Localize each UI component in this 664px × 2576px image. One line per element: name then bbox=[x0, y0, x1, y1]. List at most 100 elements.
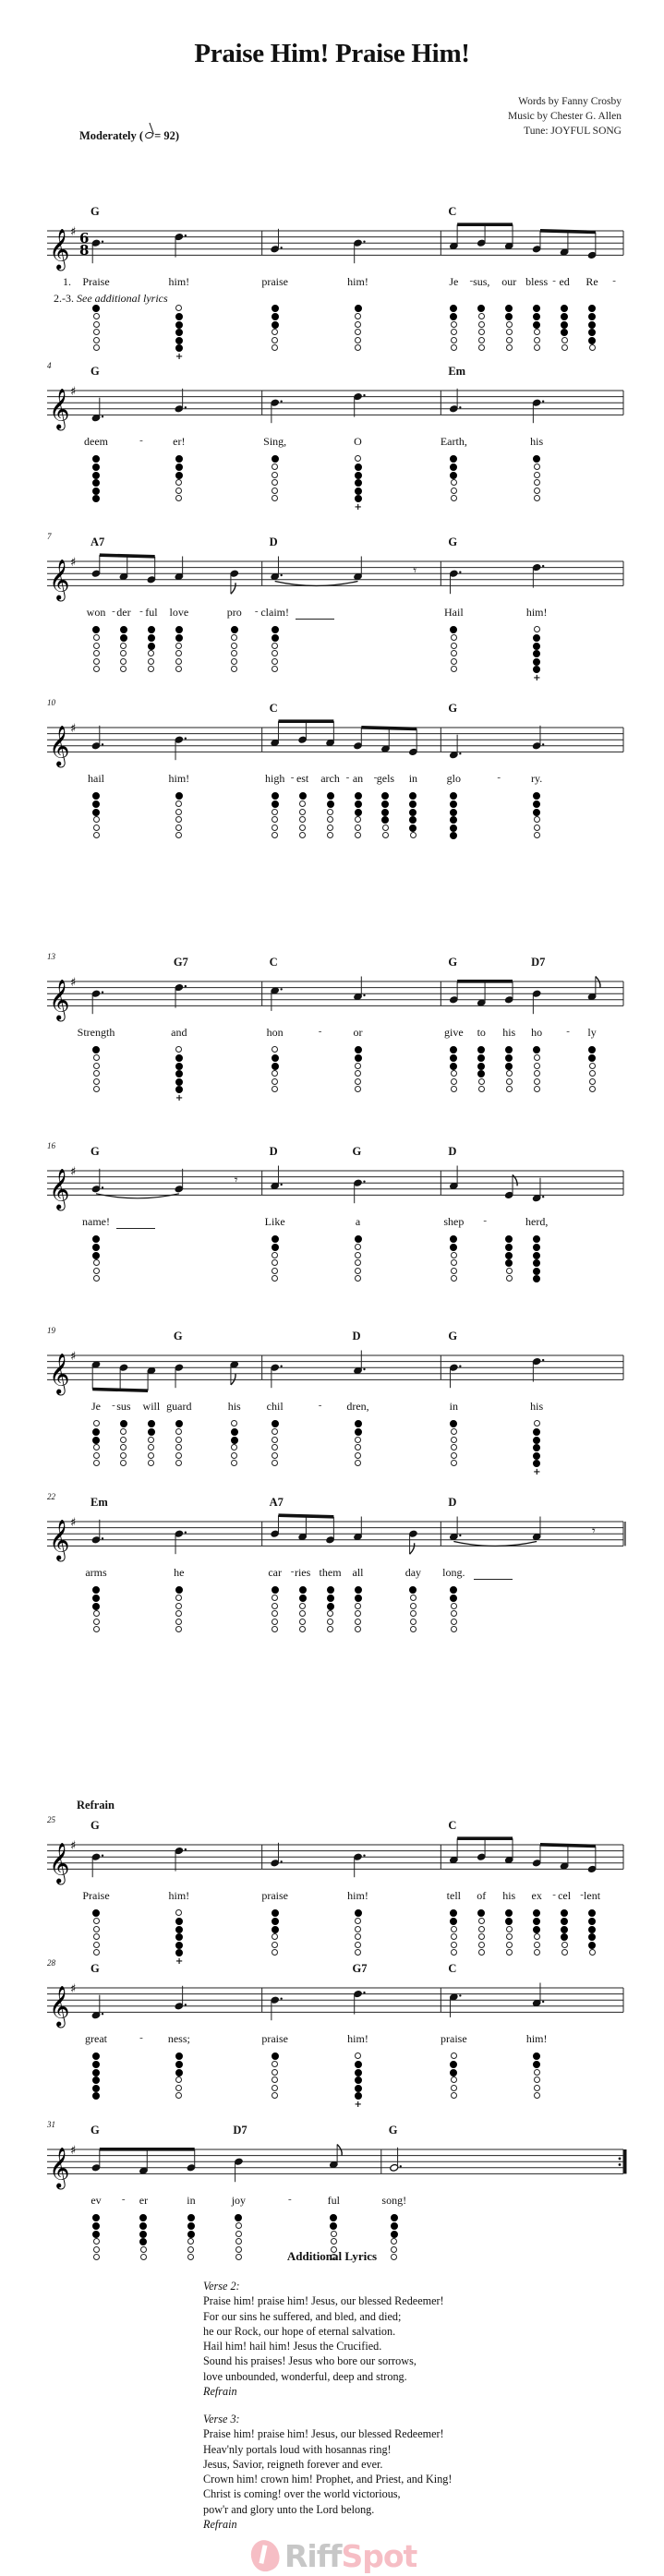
open-hole-icon bbox=[588, 1086, 596, 1093]
open-hole-icon bbox=[409, 1602, 417, 1609]
open-hole-icon bbox=[477, 1077, 485, 1085]
open-hole-icon bbox=[272, 1451, 279, 1459]
closed-hole-icon bbox=[450, 1586, 458, 1595]
closed-hole-icon bbox=[354, 479, 362, 488]
lyric-hyphen: - bbox=[566, 1026, 570, 1038]
closed-hole-icon bbox=[326, 1602, 334, 1610]
open-hole-icon bbox=[533, 824, 540, 831]
closed-hole-icon bbox=[354, 1594, 362, 1602]
closed-hole-icon bbox=[326, 1594, 334, 1602]
open-hole-icon bbox=[272, 2084, 279, 2091]
whistle-fingering-chart bbox=[326, 1586, 334, 1634]
whistle-fingering-chart bbox=[588, 1046, 597, 1094]
open-hole-icon bbox=[272, 1070, 279, 1077]
closed-hole-icon bbox=[92, 1046, 100, 1054]
lyric-syllable: an bbox=[352, 772, 364, 786]
tempo-marking: Moderately (= 92) bbox=[79, 129, 179, 142]
closed-hole-icon bbox=[409, 808, 417, 816]
open-hole-icon bbox=[92, 1626, 100, 1633]
lyric-syllable: in bbox=[449, 1400, 458, 1414]
lyric-syllable: sus bbox=[116, 1400, 131, 1414]
closed-hole-icon bbox=[477, 1909, 486, 1918]
treble-clef-icon: 𝄞 bbox=[49, 559, 69, 601]
open-hole-icon bbox=[175, 1451, 183, 1459]
dot bbox=[399, 2165, 402, 2168]
whistle-fingering-chart bbox=[354, 1235, 362, 1283]
open-hole-icon bbox=[175, 1602, 183, 1609]
chord-symbol: D7 bbox=[531, 956, 546, 969]
open-hole-icon bbox=[92, 642, 100, 649]
open-hole-icon bbox=[533, 495, 540, 502]
lyric-syllable: er bbox=[139, 2194, 149, 2208]
closed-hole-icon bbox=[450, 800, 458, 808]
open-hole-icon bbox=[533, 1941, 540, 1948]
open-hole-icon bbox=[450, 487, 457, 494]
closed-hole-icon bbox=[271, 1917, 279, 1925]
open-hole-icon bbox=[92, 1949, 100, 1956]
closed-hole-icon bbox=[92, 1235, 100, 1244]
closed-hole-icon bbox=[271, 1053, 279, 1062]
closed-hole-icon bbox=[533, 1427, 541, 1436]
closed-hole-icon bbox=[477, 1070, 486, 1078]
open-hole-icon bbox=[187, 2238, 195, 2245]
closed-hole-icon bbox=[92, 487, 100, 495]
lyric-syllable: Strength bbox=[77, 1026, 115, 1040]
closed-hole-icon bbox=[119, 1420, 127, 1428]
open-hole-icon bbox=[148, 666, 155, 673]
refrain-reference: Refrain bbox=[203, 2385, 237, 2399]
dot bbox=[184, 737, 187, 740]
open-hole-icon bbox=[148, 650, 155, 657]
chord-symbol: D bbox=[448, 1145, 457, 1158]
closed-hole-icon bbox=[450, 1420, 458, 1428]
open-hole-icon bbox=[272, 329, 279, 336]
closed-hole-icon bbox=[450, 1243, 458, 1251]
open-hole-icon bbox=[505, 1275, 513, 1282]
staff: 𝄞 ♯ bbox=[47, 719, 624, 767]
open-hole-icon bbox=[450, 344, 457, 352]
lyric-hyphen: - bbox=[288, 2194, 292, 2206]
chord-symbol: G bbox=[448, 956, 458, 969]
open-hole-icon bbox=[355, 2052, 361, 2060]
whistle-fingering-chart bbox=[505, 1909, 513, 1957]
open-hole-icon bbox=[92, 320, 100, 328]
open-hole-icon bbox=[175, 305, 183, 312]
whistle-fingering-chart bbox=[450, 305, 458, 353]
whistle-fingering-chart bbox=[92, 1420, 100, 1468]
open-hole-icon bbox=[299, 1618, 307, 1625]
lyric-syllable: Praise bbox=[82, 275, 110, 289]
open-hole-icon bbox=[231, 642, 238, 649]
closed-hole-icon bbox=[187, 2214, 195, 2222]
lyric-syllable: sus, bbox=[473, 275, 490, 289]
key-signature-sharp-icon: ♯ bbox=[70, 722, 76, 736]
lyric-syllable: great bbox=[85, 2032, 107, 2046]
whistle-fingering-chart bbox=[450, 2052, 458, 2101]
lyric-syllable: der bbox=[116, 606, 131, 620]
closed-hole-icon bbox=[326, 1586, 334, 1595]
whistle-fingering-chart bbox=[450, 1586, 458, 1634]
open-hole-icon bbox=[272, 832, 279, 839]
lyric-hyphen: - bbox=[139, 2032, 143, 2044]
guitar-pick-icon bbox=[247, 2536, 284, 2575]
open-hole-icon bbox=[299, 832, 307, 839]
lyric-hyphen: - bbox=[318, 1400, 322, 1412]
closed-hole-icon bbox=[354, 2092, 362, 2101]
treble-clef-icon: 𝄞 bbox=[49, 1842, 69, 1884]
open-hole-icon bbox=[92, 312, 100, 319]
chord-symbol: Em bbox=[91, 1496, 108, 1509]
open-hole-icon bbox=[450, 2084, 457, 2091]
treble-clef-icon: 𝄞 bbox=[49, 1985, 69, 2028]
whistle-fingering-chart bbox=[92, 2052, 100, 2101]
open-hole-icon bbox=[409, 1610, 417, 1618]
closed-hole-icon bbox=[390, 2214, 398, 2222]
closed-hole-icon bbox=[175, 2060, 183, 2068]
closed-hole-icon bbox=[175, 1925, 183, 1933]
lyric-hyphen: - bbox=[139, 435, 143, 447]
whistle-fingering-chart bbox=[505, 305, 513, 353]
lyric-syllable: ly bbox=[587, 1026, 597, 1040]
whistle-fingering-chart bbox=[271, 1586, 279, 1634]
open-hole-icon bbox=[272, 808, 279, 815]
note-flag bbox=[409, 1543, 416, 1555]
lyric-syllable: ev bbox=[91, 2194, 102, 2208]
whistle-fingering-chart bbox=[119, 626, 127, 674]
open-hole-icon bbox=[231, 650, 238, 657]
